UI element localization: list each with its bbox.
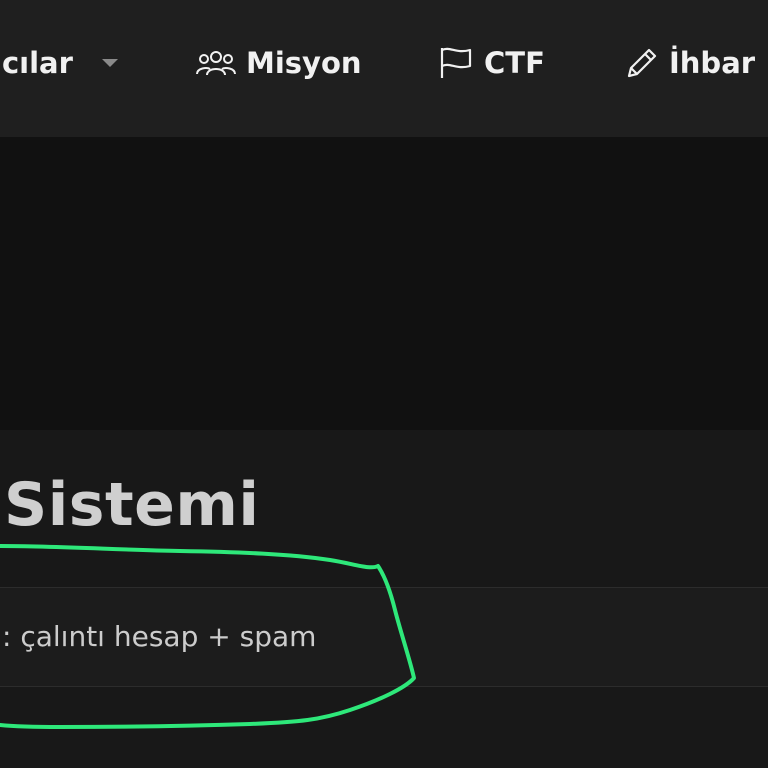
hero-band [0, 137, 768, 430]
nav-item-ctf-label: CTF [484, 45, 545, 80]
list-item-text: : çalıntı hesap + spam [2, 620, 317, 653]
top-navbar: ıcılar Misyon CTF İhbar [0, 0, 768, 137]
pencil-icon [625, 46, 659, 80]
nav-item-users-label: ıcılar [0, 45, 73, 80]
nav-item-misyon-label: Misyon [246, 45, 362, 80]
flag-icon [438, 46, 474, 80]
nav-item-ihbar-label: İhbar [669, 45, 756, 80]
users-icon [196, 49, 236, 77]
page: ıcılar Misyon CTF İhbar Sistemi: çalınt… [0, 0, 768, 768]
nav-item-ctf[interactable]: CTF [438, 40, 545, 86]
nav-item-users[interactable]: ıcılar [0, 40, 119, 86]
nav-item-ihbar[interactable]: İhbar [625, 40, 755, 86]
list-item[interactable]: : çalıntı hesap + spam [0, 587, 768, 687]
page-title: Sistemi [4, 470, 260, 540]
chevron-down-icon [101, 58, 119, 68]
nav-item-misyon[interactable]: Misyon [196, 40, 362, 86]
